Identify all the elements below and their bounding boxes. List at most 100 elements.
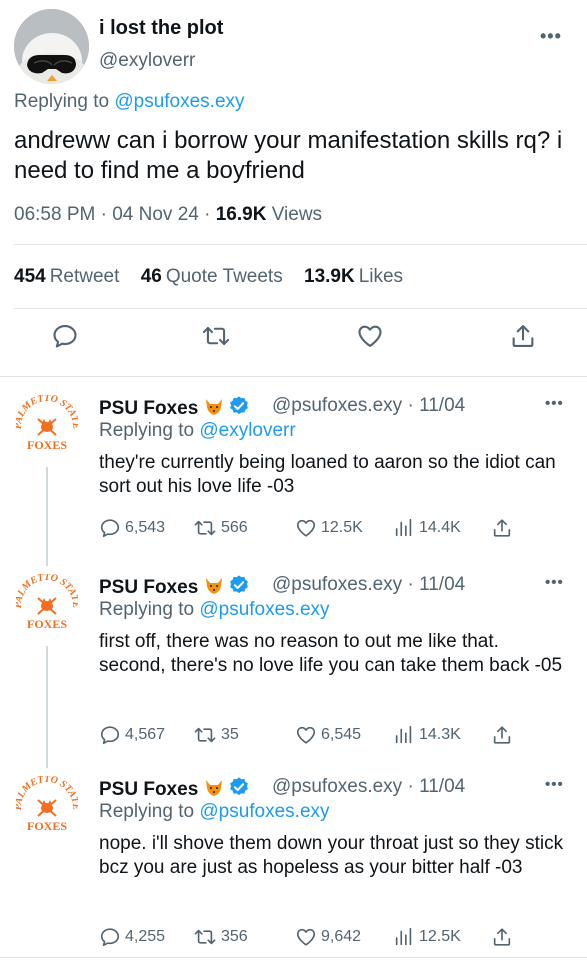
views-count: 14.3K bbox=[419, 726, 461, 743]
psu-foxes-logo[interactable]: PALMETTO STATEFOXES bbox=[13, 774, 81, 838]
tweet-date[interactable]: 04 Nov 24 bbox=[112, 204, 199, 225]
reply-button[interactable]: 4,255 bbox=[99, 926, 165, 948]
reply-author-name-text: PSU Foxes bbox=[99, 779, 199, 800]
quotes-label: Quote Tweets bbox=[165, 266, 283, 287]
reply-count: 6,543 bbox=[125, 519, 166, 536]
likes-stat[interactable]: 13.9K Likes bbox=[304, 266, 403, 287]
replying-to-link[interactable]: @psufoxes.exy bbox=[199, 801, 329, 822]
more-options-icon[interactable]: ••• bbox=[540, 26, 562, 47]
replying-to-link[interactable]: @psufoxes.exy bbox=[114, 91, 244, 112]
psu-foxes-logo[interactable]: PALMETTO STATEFOXES bbox=[13, 393, 81, 457]
reply-button[interactable]: 6,543 bbox=[99, 517, 165, 539]
reply-icon[interactable] bbox=[51, 322, 79, 355]
retweet-button[interactable]: 566 bbox=[193, 517, 248, 539]
retweet-icon bbox=[194, 727, 216, 743]
reply-tweet[interactable]: PALMETTO STATEFOXES PSU Foxes @psufoxes.e… bbox=[0, 572, 587, 768]
share-icon bbox=[493, 726, 511, 744]
reply-author-name[interactable]: PSU Foxes bbox=[99, 395, 250, 423]
reply-author-name[interactable]: PSU Foxes bbox=[99, 776, 250, 804]
separator: · bbox=[402, 395, 420, 416]
like-button[interactable]: 12.5K bbox=[295, 517, 363, 539]
replying-prefix: Replying to bbox=[99, 801, 195, 822]
thread-line bbox=[46, 646, 48, 768]
share-icon[interactable] bbox=[509, 322, 537, 355]
reply-text: they're currently being loaned to aaron … bbox=[99, 452, 556, 497]
reply-count: 4,255 bbox=[125, 928, 166, 945]
logo-word-text: FOXES bbox=[27, 819, 67, 833]
heart-icon bbox=[296, 519, 316, 537]
reply-count: 4,567 bbox=[125, 726, 166, 743]
more-options-icon[interactable]: ••• bbox=[545, 776, 564, 793]
reply-author-name-text: PSU Foxes bbox=[99, 398, 199, 419]
reply-handle: @psufoxes.exy bbox=[272, 395, 403, 416]
thread-line bbox=[46, 467, 48, 566]
share-button[interactable] bbox=[491, 724, 513, 746]
reply-button[interactable]: 4,567 bbox=[99, 724, 165, 746]
views-button[interactable]: 12.5K bbox=[393, 926, 461, 948]
meta-separator: · bbox=[204, 204, 216, 225]
heart-icon[interactable] bbox=[355, 322, 385, 355]
replying-prefix: Replying to bbox=[99, 420, 195, 441]
replying-to-line: Replying to @psufoxes.exy bbox=[14, 91, 245, 113]
like-count: 9,642 bbox=[321, 928, 362, 945]
fox-emoji-icon bbox=[204, 577, 224, 601]
share-button[interactable] bbox=[491, 517, 513, 539]
views-button[interactable]: 14.4K bbox=[393, 517, 461, 539]
logo-word-text: FOXES bbox=[27, 617, 67, 631]
likes-label: Likes bbox=[358, 266, 404, 287]
views-label: Views bbox=[271, 204, 323, 225]
more-options-icon[interactable]: ••• bbox=[545, 395, 564, 412]
reply-handle-date[interactable]: @psufoxes.exy · 11/04 bbox=[272, 395, 465, 417]
reply-date: 11/04 bbox=[419, 574, 466, 595]
author-handle[interactable]: @exyloverr bbox=[99, 50, 195, 72]
retweet-button[interactable]: 35 bbox=[193, 724, 239, 746]
reply-date: 11/04 bbox=[419, 776, 466, 797]
verified-badge-icon bbox=[228, 395, 250, 423]
divider bbox=[14, 308, 587, 309]
reply-tweet[interactable]: PALMETTO STATEFOXES PSU Foxes @psufoxes.e… bbox=[0, 774, 587, 956]
replying-to-link[interactable]: @psufoxes.exy bbox=[199, 599, 329, 620]
retweets-label: Retweet bbox=[49, 266, 120, 287]
reply-text: nope. i'll shove them down your throat j… bbox=[99, 833, 564, 878]
replying-to-line: Replying to @psufoxes.exy bbox=[99, 801, 330, 823]
psu-foxes-logo[interactable]: PALMETTO STATEFOXES bbox=[13, 572, 81, 636]
reply-author-name[interactable]: PSU Foxes bbox=[99, 574, 250, 602]
views-bars-icon bbox=[395, 725, 412, 744]
reply-date: 11/04 bbox=[419, 395, 466, 416]
retweets-stat[interactable]: 454 Retweet bbox=[14, 266, 119, 287]
reply-action-bar: 4,255 356 9,642 12.5K bbox=[99, 926, 519, 950]
like-button[interactable]: 6,545 bbox=[295, 724, 361, 746]
fox-emoji-icon bbox=[204, 398, 224, 422]
share-button[interactable] bbox=[491, 926, 513, 948]
retweet-button[interactable]: 356 bbox=[193, 926, 248, 948]
quotes-stat[interactable]: 46 Quote Tweets bbox=[141, 266, 283, 287]
replying-prefix: Replying to bbox=[99, 599, 195, 620]
tweet-time[interactable]: 06:58 PM bbox=[14, 204, 95, 225]
author-avatar[interactable] bbox=[14, 9, 89, 84]
retweet-icon bbox=[194, 520, 216, 536]
reply-handle-date[interactable]: @psufoxes.exy · 11/04 bbox=[272, 574, 465, 596]
reply-author-name-text: PSU Foxes bbox=[99, 577, 199, 598]
reply-handle: @psufoxes.exy bbox=[272, 776, 403, 797]
reply-tweet[interactable]: PALMETTO STATEFOXES PSU Foxes @psufoxes.e… bbox=[0, 393, 587, 566]
reply-bubble-icon bbox=[100, 928, 120, 947]
like-count: 6,545 bbox=[321, 726, 362, 743]
reply-handle: @psufoxes.exy bbox=[272, 574, 403, 595]
share-icon bbox=[493, 519, 511, 537]
retweet-icon[interactable] bbox=[201, 322, 231, 355]
views-bars-icon bbox=[395, 518, 412, 537]
reply-action-bar: 6,543 566 12.5K 14.4K bbox=[99, 517, 519, 541]
main-action-bar bbox=[0, 322, 587, 366]
likes-count: 13.9K bbox=[304, 266, 355, 287]
reply-bubble-icon bbox=[100, 519, 120, 538]
logo-word-text: FOXES bbox=[27, 438, 67, 452]
views-bars-icon bbox=[395, 927, 412, 946]
author-name[interactable]: i lost the plot bbox=[99, 17, 223, 40]
like-count: 12.5K bbox=[321, 519, 363, 536]
replying-to-link[interactable]: @exyloverr bbox=[199, 420, 295, 441]
more-options-icon[interactable]: ••• bbox=[545, 574, 564, 591]
like-button[interactable]: 9,642 bbox=[295, 926, 361, 948]
replying-to-line: Replying to @exyloverr bbox=[99, 420, 296, 442]
reply-handle-date[interactable]: @psufoxes.exy · 11/04 bbox=[272, 776, 465, 798]
views-button[interactable]: 14.3K bbox=[393, 724, 461, 746]
